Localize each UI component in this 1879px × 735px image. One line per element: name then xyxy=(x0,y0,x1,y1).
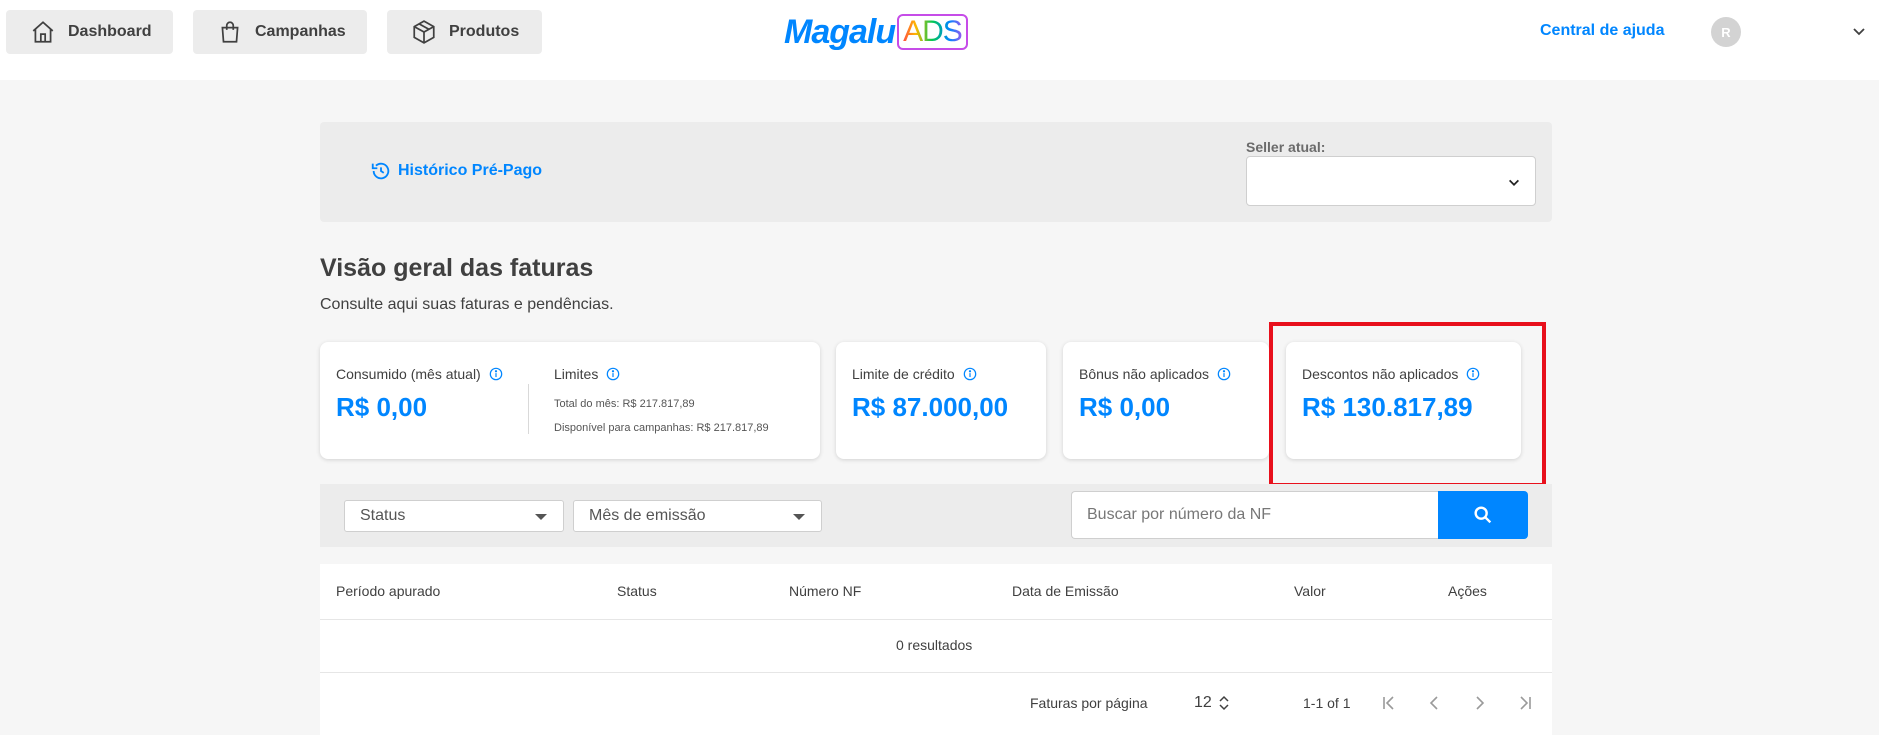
empty-results-text: 0 resultados xyxy=(896,637,973,653)
pagination-range: 1-1 of 1 xyxy=(1303,695,1351,711)
status-filter-dropdown[interactable]: Status xyxy=(344,500,564,532)
caret-down-icon xyxy=(535,514,547,520)
chevron-left-icon xyxy=(1429,696,1438,710)
bonus-value: R$ 0,00 xyxy=(1079,392,1171,422)
table-divider xyxy=(320,672,1552,673)
nav-dashboard-button[interactable]: Dashboard xyxy=(6,10,173,54)
caret-down-icon xyxy=(793,514,805,520)
first-page-button[interactable] xyxy=(1378,692,1400,714)
limits-label: Limites xyxy=(554,366,599,382)
credit-limit-value: R$ 87.000,00 xyxy=(852,392,1009,422)
card-divider xyxy=(528,384,529,434)
table-divider xyxy=(320,619,1552,620)
emission-month-dropdown[interactable]: Mês de emissão xyxy=(573,500,822,532)
column-header: Ações xyxy=(1448,583,1487,599)
last-page-icon xyxy=(1520,696,1531,710)
credit-limit-label: Limite de crédito xyxy=(852,366,955,382)
previous-page-button[interactable] xyxy=(1424,692,1446,714)
per-page-select[interactable]: 12 xyxy=(1194,693,1230,713)
logo-secondary-text: ADS xyxy=(897,14,968,50)
info-icon[interactable] xyxy=(1217,367,1231,381)
info-icon[interactable] xyxy=(606,367,620,381)
column-header[interactable]: Data de Emissão xyxy=(1012,583,1119,599)
emission-month-label: Mês de emissão xyxy=(589,507,706,524)
consumed-label: Consumido (mês atual) xyxy=(336,366,481,382)
first-page-icon xyxy=(1383,696,1394,710)
per-page-label: Faturas por página xyxy=(1030,695,1148,711)
chevron-down-icon[interactable] xyxy=(1851,24,1867,40)
prepaid-history-label: Histórico Pré-Pago xyxy=(398,162,543,179)
chevron-down-icon xyxy=(1509,179,1519,186)
credit-limit-label-row: Limite de crédito xyxy=(852,366,977,382)
bonus-label-row: Bônus não aplicados xyxy=(1079,366,1231,382)
page-title: Visão geral das faturas xyxy=(320,254,594,282)
prepaid-history-link[interactable]: Histórico Pré-Pago xyxy=(370,160,542,182)
chevron-right-icon xyxy=(1476,696,1485,710)
home-icon xyxy=(32,21,54,43)
status-filter-label: Status xyxy=(360,507,406,524)
column-header[interactable]: Valor xyxy=(1294,583,1326,599)
logo-primary-text: Magalu xyxy=(784,12,896,51)
column-header[interactable]: Status xyxy=(617,583,657,599)
avatar[interactable]: R xyxy=(1711,17,1741,47)
magalu-ads-logo: Magalu ADS xyxy=(784,12,968,52)
consumed-value: R$ 0,00 xyxy=(336,392,428,422)
info-icon[interactable] xyxy=(963,367,977,381)
shopping-bag-icon xyxy=(221,21,239,43)
bonus-label: Bônus não aplicados xyxy=(1079,366,1209,382)
nav-dashboard-label: Dashboard xyxy=(68,23,152,40)
next-page-button[interactable] xyxy=(1468,692,1490,714)
info-icon[interactable] xyxy=(489,367,503,381)
box-icon xyxy=(413,20,435,44)
sort-arrows-icon xyxy=(1219,695,1229,711)
seller-select[interactable] xyxy=(1246,156,1536,206)
column-header[interactable]: Período apurado xyxy=(336,583,440,599)
history-icon xyxy=(371,162,390,180)
help-center-link[interactable]: Central de ajuda xyxy=(1540,22,1664,40)
nf-search-input[interactable] xyxy=(1071,491,1438,539)
limits-month-total: Total do mês: R$ 217.817,89 xyxy=(554,398,695,410)
highlight-box xyxy=(1269,322,1546,487)
nav-campaigns-label: Campanhas xyxy=(255,23,346,40)
consumption-card: Consumido (mês atual) R$ 0,00 Limites To… xyxy=(320,342,820,459)
consumed-label-row: Consumido (mês atual) xyxy=(336,366,503,382)
per-page-value: 12 xyxy=(1194,694,1212,711)
nav-products-button[interactable]: Produtos xyxy=(387,10,542,54)
bonus-card: Bônus não aplicados R$ 0,00 xyxy=(1063,342,1269,459)
seller-label: Seller atual: xyxy=(1246,139,1326,155)
column-header[interactable]: Número NF xyxy=(789,583,861,599)
search-button[interactable] xyxy=(1438,491,1528,539)
limits-label-row: Limites xyxy=(554,366,620,382)
nav-campaigns-button[interactable]: Campanhas xyxy=(193,10,367,54)
page-subtitle: Consulte aqui suas faturas e pendências. xyxy=(320,296,614,313)
nav-products-label: Produtos xyxy=(449,23,520,40)
limits-available: Disponível para campanhas: R$ 217.817,89 xyxy=(554,422,769,434)
credit-limit-card: Limite de crédito R$ 87.000,00 xyxy=(836,342,1046,459)
last-page-button[interactable] xyxy=(1514,692,1536,714)
search-icon xyxy=(1474,506,1492,524)
